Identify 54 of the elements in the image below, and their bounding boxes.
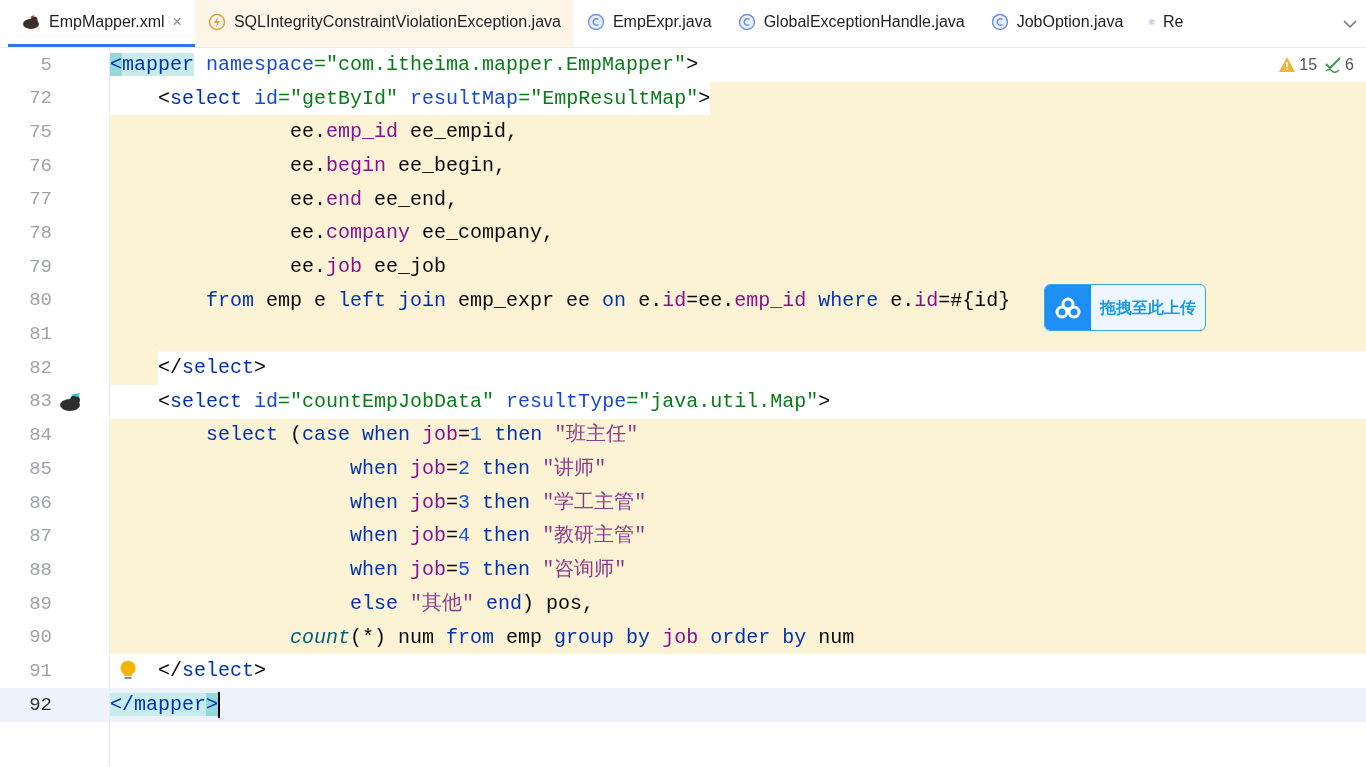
- code-line: when job=5 then "咨询师": [350, 557, 627, 584]
- warning-icon: [1279, 57, 1296, 73]
- line-number: 72: [28, 86, 52, 112]
- code-line: <select id="getById" resultMap="EmpResultMap">: [158, 85, 711, 112]
- line-number: 82: [28, 355, 52, 381]
- line-number: 83: [28, 389, 52, 415]
- editor-tab[interactable]: SQLIntegrityConstraintViolationException.java: [194, 0, 574, 47]
- code-line: when job=4 then "教研主管": [350, 523, 647, 550]
- line-number: 89: [28, 591, 52, 617]
- code-line: </select>: [158, 355, 267, 382]
- check-count: 6: [1345, 54, 1354, 75]
- line-number: 78: [28, 221, 52, 247]
- tab-label: JobOption.java: [1016, 12, 1124, 32]
- code-line: <mapper namespace="com.itheima.mapper.EmpMapper">: [110, 51, 699, 78]
- line-number: 91: [28, 658, 52, 684]
- line-number: 79: [28, 254, 52, 280]
- check-icon: [1325, 56, 1342, 73]
- line-number: 76: [28, 153, 52, 179]
- line-number: 84: [28, 423, 52, 449]
- line-number: 80: [28, 288, 52, 314]
- tab-label: SQLIntegrityConstraintViolationException.java: [233, 12, 561, 32]
- line-number: 86: [28, 490, 52, 516]
- code-line: ee.emp_id ee_empid,: [290, 119, 519, 146]
- upload-label: 拖拽至此上传: [1098, 297, 1197, 318]
- line-number: 92: [28, 692, 52, 718]
- warning-count: 15: [1299, 54, 1318, 75]
- code-line: when job=3 then "学工主管": [350, 489, 647, 516]
- code-line: </mapper>: [110, 691, 219, 718]
- line-number: 81: [28, 322, 52, 348]
- tab-label: Re: [1162, 12, 1184, 32]
- code-line: <select id="countEmpJobData" resultType="java.util.Map">: [158, 388, 831, 415]
- tab-label: EmpMapper.xml: [49, 12, 165, 32]
- code-line: ee.job ee_job: [290, 253, 447, 280]
- code-line: else "其他" end) pos,: [350, 590, 595, 617]
- code-line: select (case when job=1 then "班主任": [206, 422, 639, 449]
- code-line: count(*) num from emp group by job order by num: [290, 624, 855, 651]
- line-number: 5: [39, 52, 52, 78]
- code-line: ee.end ee_end,: [290, 186, 459, 213]
- tab-label: EmpExpr.java: [612, 12, 712, 32]
- line-number: 75: [28, 119, 52, 145]
- line-number: 87: [28, 524, 52, 550]
- line-number: 85: [28, 456, 52, 482]
- code-line: </select>: [158, 658, 267, 685]
- line-number: 77: [28, 187, 52, 213]
- code-line: from emp e left join emp_expr ee on e.id=ee.emp_id where e.id=#{id}: [206, 287, 1011, 314]
- line-number: 88: [28, 557, 52, 583]
- cloud-icon: [1054, 296, 1082, 319]
- inspection-widget[interactable]: 15 6: [1279, 52, 1354, 77]
- code-line: ee.begin ee_begin,: [290, 152, 507, 179]
- line-number: 90: [28, 625, 52, 651]
- tab-label: GlobalExceptionHandle.java: [763, 12, 965, 32]
- code-line: ee.company ee_company,: [290, 220, 555, 247]
- close-icon[interactable]: ×: [172, 10, 182, 34]
- code-line: when job=2 then "讲师": [350, 456, 607, 483]
